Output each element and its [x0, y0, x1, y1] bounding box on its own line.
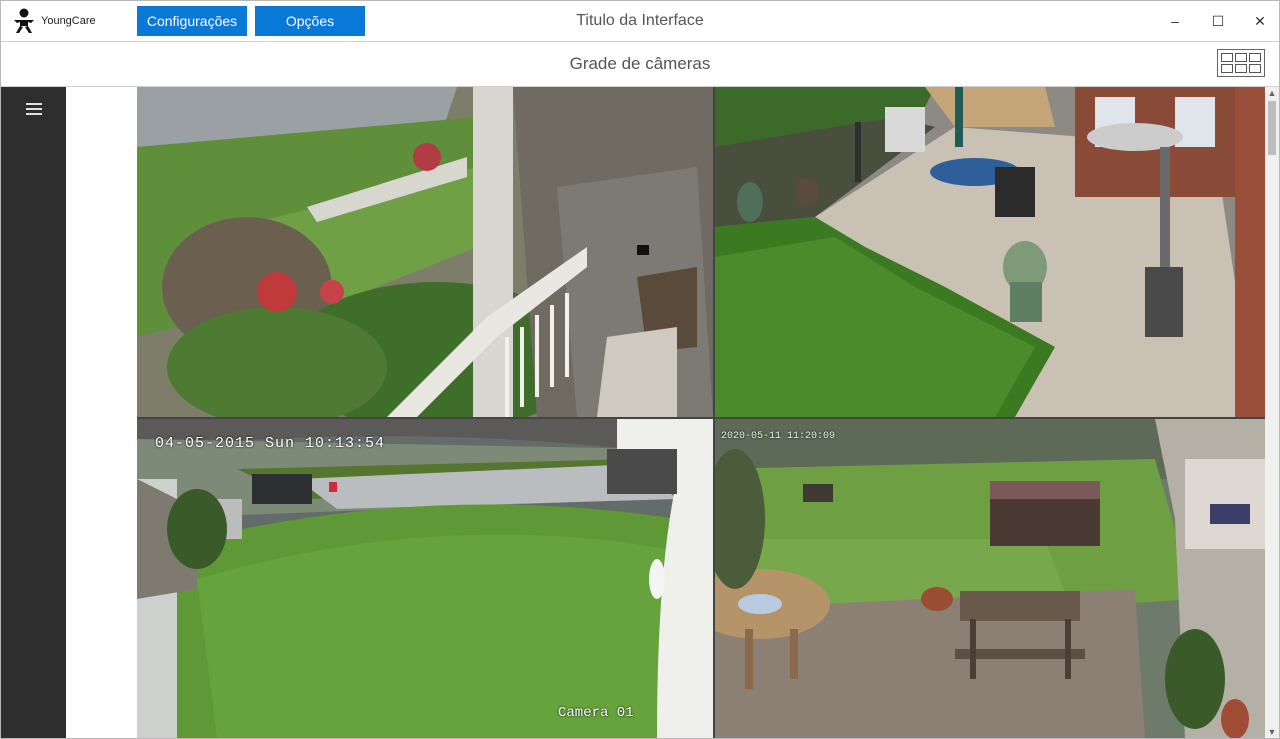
page-title: Grade de câmeras — [569, 54, 711, 73]
grid-layout-icon[interactable] — [1217, 49, 1265, 77]
camera-name-label: Camera 01 — [558, 705, 634, 721]
sidebar — [1, 87, 66, 738]
app-window: YoungCare Configurações Opções Titulo da… — [0, 0, 1280, 739]
camera-feed-1[interactable] — [137, 87, 713, 417]
camera-image-1 — [137, 87, 713, 417]
settings-button[interactable]: Configurações — [137, 6, 247, 36]
camera-timestamp: 2020-05-11 11:20:09 — [721, 431, 836, 442]
close-button[interactable]: ✕ — [1239, 1, 1279, 41]
maximize-button[interactable]: ☐ — [1197, 1, 1239, 41]
scroll-down-icon[interactable]: ▼ — [1265, 726, 1279, 738]
camera-image-3 — [137, 419, 713, 738]
camera-feed-4[interactable]: 2020-05-11 11:20:09 — [715, 419, 1265, 738]
camera-image-2 — [715, 87, 1265, 417]
app-logo: YoungCare — [13, 7, 96, 35]
camera-timestamp: 04-05-2015 Sun 10:13:54 — [155, 435, 386, 452]
person-logo-icon — [14, 8, 34, 33]
camera-feed-3[interactable]: 04-05-2015 Sun 10:13:54 Camera 01 — [137, 419, 713, 738]
title-bar: YoungCare Configurações Opções Titulo da… — [1, 1, 1279, 42]
camera-feed-2[interactable] — [715, 87, 1265, 417]
scrollbar-thumb[interactable] — [1268, 101, 1276, 155]
camera-image-4 — [715, 419, 1265, 738]
page-header: Grade de câmeras — [1, 42, 1279, 87]
vertical-scrollbar[interactable]: ▲ ▼ — [1265, 87, 1279, 738]
hamburger-menu-icon[interactable] — [26, 103, 42, 115]
camera-grid: 04-05-2015 Sun 10:13:54 Camera 01 2020-0… — [137, 87, 1265, 738]
logo-text: YoungCare — [41, 15, 96, 27]
minimize-button[interactable]: – — [1154, 1, 1196, 41]
options-button[interactable]: Opções — [255, 6, 365, 36]
scroll-up-icon[interactable]: ▲ — [1265, 87, 1279, 99]
